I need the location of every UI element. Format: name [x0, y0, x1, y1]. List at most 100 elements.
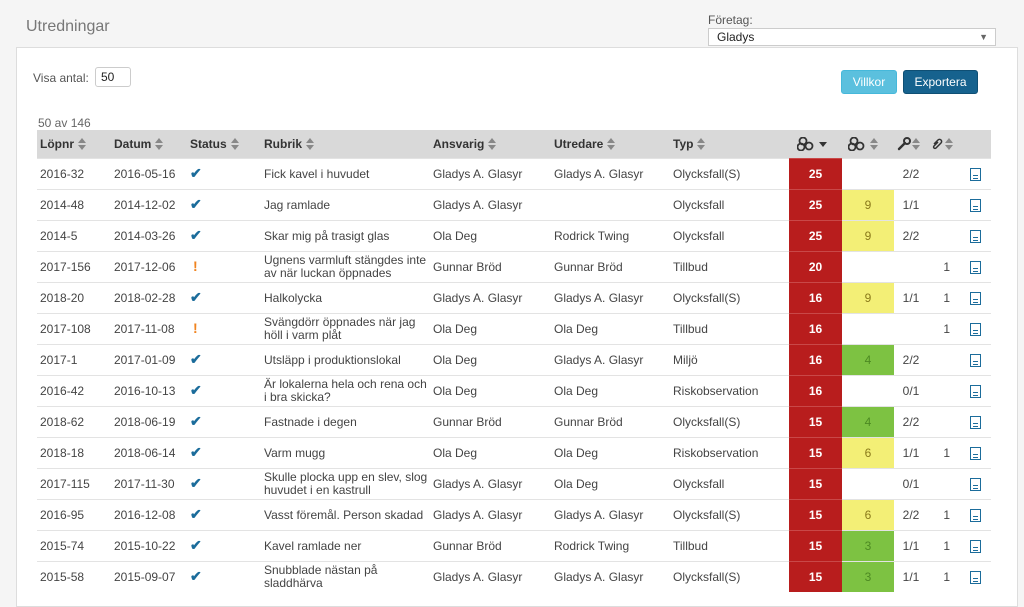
pdf-icon[interactable]	[969, 291, 981, 305]
cell-rubrik[interactable]: Utsläpp i produktionslokal	[261, 344, 430, 376]
pdf-icon[interactable]	[969, 477, 981, 491]
cell-rubrik[interactable]: Är lokalerna hela och rena och i bra ski…	[261, 375, 430, 407]
cell-pdf[interactable]	[959, 158, 991, 190]
cell-lopnr: 2017-156	[37, 251, 111, 283]
cell-actions: 1/1	[894, 561, 928, 592]
cell-lopnr: 2016-32	[37, 158, 111, 190]
col-ansvarig[interactable]: Ansvarig	[430, 130, 551, 159]
col-attachments[interactable]	[928, 130, 959, 159]
col-rubrik[interactable]: Rubrik	[261, 130, 430, 159]
cell-status: ✔	[187, 530, 261, 562]
col-score[interactable]	[842, 130, 894, 159]
cell-rubrik[interactable]: Fastnade i degen	[261, 406, 430, 438]
cell-pdf[interactable]	[959, 251, 991, 283]
tools-icon	[897, 137, 911, 151]
table-row[interactable]: 2016-32 2016-05-16 ✔ Fick kavel i huvudet Gl…	[37, 158, 991, 190]
cell-rubrik[interactable]: Svängdörr öppnades när jag höll i varm p…	[261, 313, 430, 345]
col-risk[interactable]	[789, 130, 842, 159]
table-row[interactable]: 2017-115 2017-11-30 ✔ Skulle plocka upp en …	[37, 468, 991, 500]
show-count-input[interactable]: 50	[95, 67, 131, 87]
cell-typ: Olycksfall(S)	[670, 499, 789, 531]
cell-rubrik[interactable]: Jag ramlade	[261, 189, 430, 221]
cell-pdf[interactable]	[959, 437, 991, 469]
table-row[interactable]: 2015-74 2015-10-22 ✔ Kavel ramlade ner Gunna…	[37, 530, 991, 562]
cell-attachments: 1	[928, 499, 959, 531]
cell-rubrik[interactable]: Ugnens varmluft stängdes inte av när luc…	[261, 251, 430, 283]
pdf-icon[interactable]	[969, 322, 981, 336]
table-row[interactable]: 2014-5 2014-03-26 ✔ Skar mig på trasigt gla…	[37, 220, 991, 252]
cell-lopnr: 2017-115	[37, 468, 111, 500]
table-row[interactable]: 2015-58 2015-09-07 ✔ Snubblade nästan på sl…	[37, 561, 991, 592]
cell-datum: 2018-02-28	[111, 282, 187, 314]
cell-status: ✔	[187, 375, 261, 407]
table-row[interactable]: 2017-1 2017-01-09 ✔ Utsläpp i produktionslo…	[37, 344, 991, 376]
pdf-icon[interactable]	[969, 260, 981, 274]
pdf-icon[interactable]	[969, 229, 981, 243]
table-row[interactable]: 2018-20 2018-02-28 ✔ Halkolycka Gladys A. Gl…	[37, 282, 991, 314]
cell-ansvarig: Ola Deg	[430, 344, 551, 376]
cell-rubrik[interactable]: Vasst föremål. Person skadad	[261, 499, 430, 531]
pdf-icon[interactable]	[969, 353, 981, 367]
cell-rubrik[interactable]: Skar mig på trasigt glas	[261, 220, 430, 252]
cell-pdf[interactable]	[959, 406, 991, 438]
cell-datum: 2014-12-02	[111, 189, 187, 221]
cell-risk: 15	[789, 468, 842, 500]
cell-risk: 16	[789, 282, 842, 314]
table-row[interactable]: 2017-108 2017-11-08! Svängdörr öppnades nä…	[37, 313, 991, 345]
cell-pdf[interactable]	[959, 530, 991, 562]
col-typ[interactable]: Typ	[670, 130, 789, 159]
cell-status: !	[187, 251, 261, 283]
table-row[interactable]: 2018-62 2018-06-19 ✔ Fastnade i degen Gunnar…	[37, 406, 991, 438]
table-row[interactable]: 2017-156 2017-12-06! Ugnens varmluft stäng…	[37, 251, 991, 283]
terms-button[interactable]: Villkor	[841, 70, 897, 94]
pdf-icon[interactable]	[969, 508, 981, 522]
table-row[interactable]: 2016-95 2016-12-08 ✔ Vasst föremål. Person …	[37, 499, 991, 531]
table-row[interactable]: 2016-42 2016-10-13 ✔ Är lokalerna hela och …	[37, 375, 991, 407]
pdf-icon[interactable]	[969, 415, 981, 429]
cell-rubrik[interactable]: Skulle plocka upp en slev, slog huvudet …	[261, 468, 430, 500]
cell-score: 4	[842, 344, 894, 376]
cell-pdf[interactable]	[959, 313, 991, 345]
cell-rubrik[interactable]: Varm mugg	[261, 437, 430, 469]
cell-rubrik[interactable]: Snubblade nästan på sladdhärva	[261, 561, 430, 592]
col-datum[interactable]: Datum	[111, 130, 187, 159]
cell-attachments	[928, 375, 959, 407]
pdf-icon[interactable]	[969, 446, 981, 460]
cell-attachments: 1	[928, 561, 959, 592]
cell-pdf[interactable]	[959, 468, 991, 500]
cell-rubrik[interactable]: Kavel ramlade ner	[261, 530, 430, 562]
col-status[interactable]: Status	[187, 130, 261, 159]
cell-typ: Tillbud	[670, 251, 789, 283]
col-actions[interactable]	[894, 130, 928, 159]
pdf-icon[interactable]	[969, 539, 981, 553]
table-row[interactable]: 2014-48 2014-12-02 ✔ Jag ramlade Gladys A. G…	[37, 189, 991, 221]
cell-actions	[894, 313, 928, 345]
export-button[interactable]: Exportera	[903, 70, 978, 94]
col-utredare[interactable]: Utredare	[551, 130, 670, 159]
col-typ-label: Typ	[673, 137, 694, 151]
pdf-icon[interactable]	[969, 167, 981, 181]
col-rubrik-label: Rubrik	[264, 137, 303, 151]
pdf-icon[interactable]	[969, 384, 981, 398]
cell-score	[842, 158, 894, 190]
investigations-table: Löpnr Datum Status Rubrik Ansvarig Utred…	[37, 130, 991, 592]
result-count: 50 av 146	[38, 116, 91, 130]
cell-pdf[interactable]	[959, 499, 991, 531]
col-lopnr[interactable]: Löpnr	[37, 130, 111, 159]
pdf-icon[interactable]	[969, 570, 981, 584]
pdf-icon[interactable]	[969, 198, 981, 212]
cell-status: ✔	[187, 189, 261, 221]
cell-pdf[interactable]	[959, 561, 991, 592]
cell-rubrik[interactable]: Halkolycka	[261, 282, 430, 314]
cell-lopnr: 2017-108	[37, 313, 111, 345]
cell-pdf[interactable]	[959, 282, 991, 314]
cell-pdf[interactable]	[959, 189, 991, 221]
cell-typ: Olycksfall(S)	[670, 158, 789, 190]
cell-pdf[interactable]	[959, 375, 991, 407]
company-select[interactable]: Gladys ▼	[708, 28, 996, 46]
warning-icon: !	[193, 320, 198, 336]
cell-pdf[interactable]	[959, 220, 991, 252]
cell-rubrik[interactable]: Fick kavel i huvudet	[261, 158, 430, 190]
cell-pdf[interactable]	[959, 344, 991, 376]
table-row[interactable]: 2018-18 2018-06-14 ✔ Varm mugg Ola Deg Ola De…	[37, 437, 991, 469]
